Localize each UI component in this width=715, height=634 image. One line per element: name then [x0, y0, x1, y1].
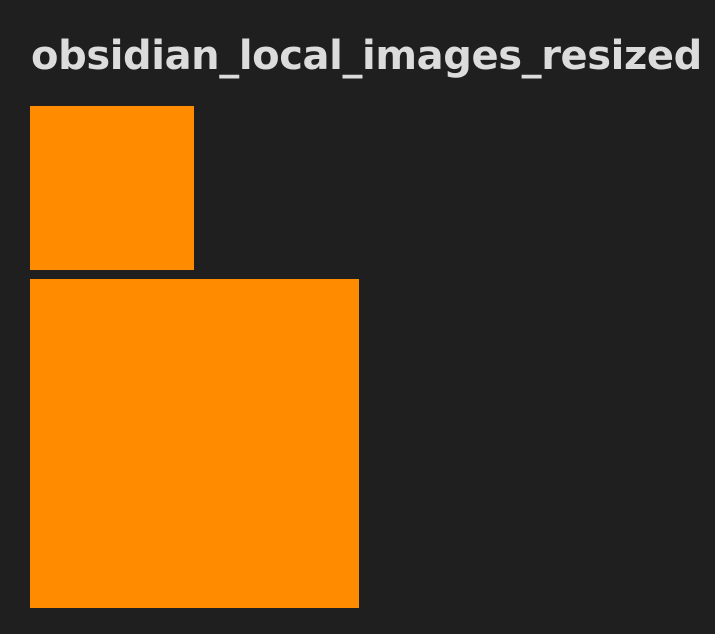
small-image[interactable] — [30, 106, 194, 270]
note-view: obsidian_local_images_resized — [0, 0, 715, 634]
large-image[interactable] — [30, 279, 359, 608]
page-title: obsidian_local_images_resized — [31, 33, 702, 79]
